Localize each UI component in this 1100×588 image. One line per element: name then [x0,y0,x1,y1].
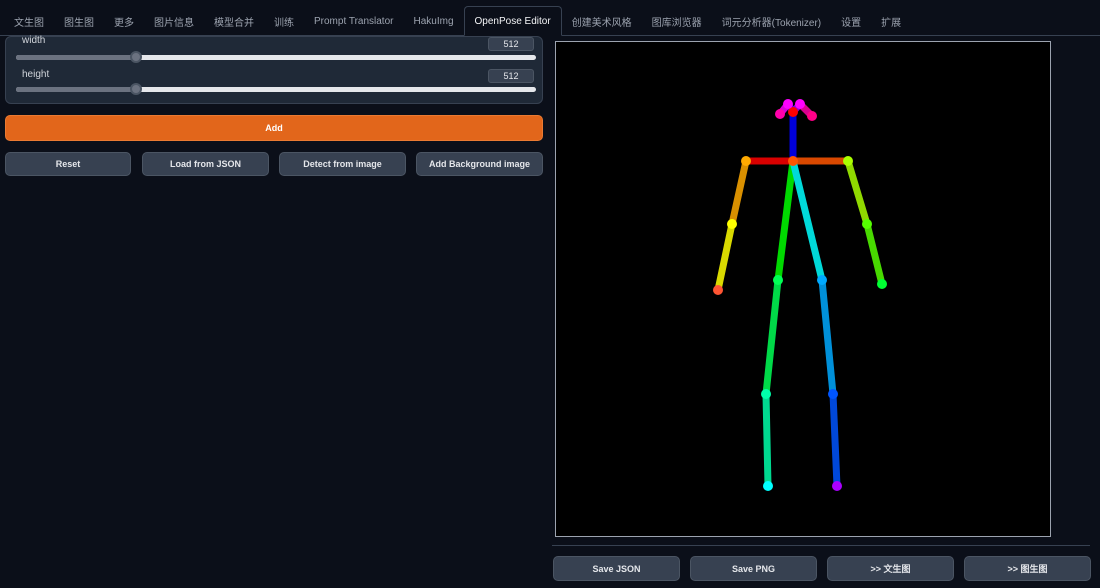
keypoint-right-ankle[interactable] [763,481,773,491]
tab-extensions[interactable]: 扩展 [871,7,911,35]
limb-left-upper-arm [844,157,871,228]
tab-bar: 文生图 图生图 更多 图片信息 模型合并 训练 Prompt Translato… [0,0,1100,36]
tab-tokenizer[interactable]: 词元分析器(Tokenizer) [712,7,831,35]
height-label: height [22,69,50,80]
keypoint-left-knee[interactable] [828,389,838,399]
keypoint-left-eye[interactable] [795,99,805,109]
limb-left-shin [829,390,841,490]
limb-left-forearm [863,220,886,288]
tab-hakuimg[interactable]: HakuImg [403,7,463,35]
keypoint-left-hip[interactable] [817,275,827,285]
width-slider[interactable] [16,51,536,63]
size-sliders-panel: width 512 height 512 [5,35,543,104]
width-label: width [22,35,46,46]
openpose-skeleton[interactable] [556,42,1050,536]
limb-right-upper-arm [728,157,750,228]
tab-prompt-translator[interactable]: Prompt Translator [304,7,403,35]
keypoint-left-shoulder[interactable] [843,156,853,166]
tab-train[interactable]: 训练 [264,7,304,35]
width-slider-thumb[interactable] [129,51,142,63]
keypoint-right-ear[interactable] [775,109,785,119]
limb-right-forearm [714,220,736,294]
tab-extras[interactable]: 更多 [104,7,144,35]
keypoint-neck[interactable] [788,156,798,166]
keypoint-right-hip[interactable] [773,275,783,285]
keypoint-right-eye[interactable] [783,99,793,109]
detect-from-image-button[interactable]: Detect from image [279,152,406,176]
limb-right-thigh [762,276,782,398]
tab-img2img[interactable]: 图生图 [54,7,104,35]
limb-left-thigh [818,276,837,398]
keypoint-right-knee[interactable] [761,389,771,399]
tab-openpose-editor[interactable]: OpenPose Editor [463,6,562,36]
tab-settings[interactable]: 设置 [831,7,871,35]
tab-model-merge[interactable]: 模型合并 [204,7,264,35]
tab-create-art-style[interactable]: 创建美术风格 [562,7,642,35]
load-from-json-button[interactable]: Load from JSON [142,152,269,176]
save-png-button[interactable]: Save PNG [690,556,817,581]
pose-canvas[interactable] [555,41,1051,537]
keypoint-right-wrist[interactable] [713,285,723,295]
send-to-img2img-button[interactable]: >> 图生图 [964,556,1091,581]
limb-right-shin [762,390,772,490]
reset-button[interactable]: Reset [5,152,131,176]
height-slider[interactable] [16,83,536,95]
keypoint-right-shoulder[interactable] [741,156,751,166]
height-slider-fill [16,87,136,92]
width-number-input[interactable]: 512 [488,37,534,51]
limb-right-torso [774,157,797,284]
keypoint-left-wrist[interactable] [877,279,887,289]
keypoint-left-ear[interactable] [807,111,817,121]
keypoint-left-elbow[interactable] [862,219,872,229]
width-slider-fill [16,55,136,60]
tab-image-browser[interactable]: 图库浏览器 [642,7,712,35]
canvas-divider [552,545,1090,546]
add-background-image-button[interactable]: Add Background image [416,152,543,176]
keypoint-left-ankle[interactable] [832,481,842,491]
height-slider-thumb[interactable] [129,83,142,95]
limb-left-torso [789,157,826,284]
keypoint-right-elbow[interactable] [727,219,737,229]
save-json-button[interactable]: Save JSON [553,556,680,581]
add-button[interactable]: Add [5,115,543,141]
height-number-input[interactable]: 512 [488,69,534,83]
tab-png-info[interactable]: 图片信息 [144,7,204,35]
tab-txt2img[interactable]: 文生图 [4,7,54,35]
send-to-txt2img-button[interactable]: >> 文生图 [827,556,954,581]
